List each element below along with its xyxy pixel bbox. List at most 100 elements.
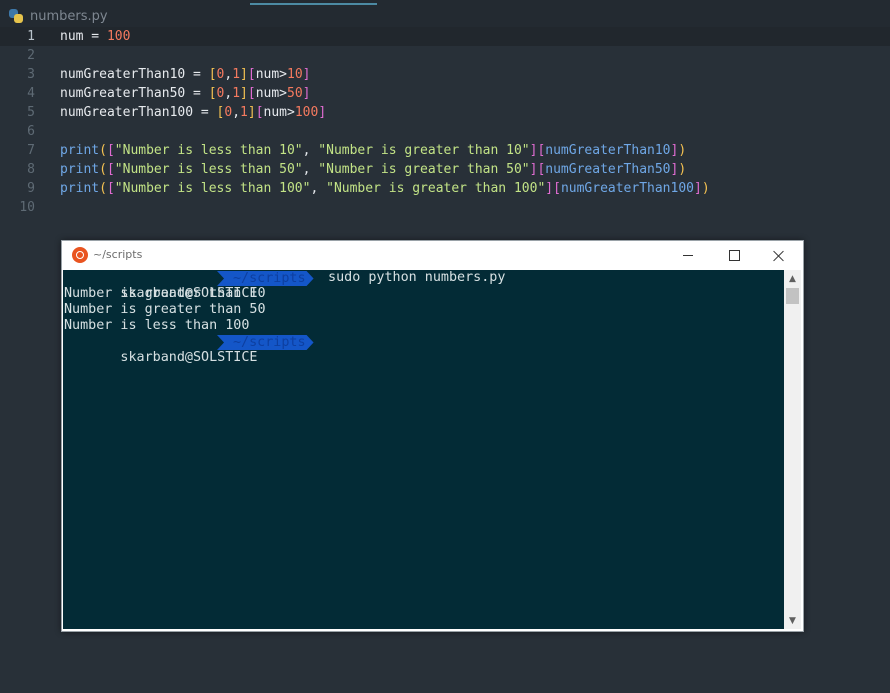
code-token: ] <box>545 181 554 196</box>
code-text: print(["Number is less than 10", "Number… <box>60 141 686 160</box>
code-line[interactable]: 9 print(["Number is less than 100", "Numb… <box>0 179 890 198</box>
code-token: numGreaterThan10 <box>60 67 186 82</box>
terminal-console[interactable]: skarband@SOLSTICE ~/scripts sudo python … <box>63 270 784 629</box>
minimize-icon <box>683 255 693 256</box>
code-token: numGreaterThan100 <box>560 181 694 196</box>
terminal-titlebar[interactable]: ~/scripts <box>62 241 803 270</box>
line-number: 8 <box>27 162 35 177</box>
code-token: ] <box>240 86 248 101</box>
code-token: ) <box>678 143 687 158</box>
code-text: numGreaterThan10 = [0,1][num>10] <box>60 65 310 84</box>
python-file-icon <box>8 8 24 24</box>
code-token: ) <box>678 162 687 177</box>
close-button[interactable] <box>756 241 802 270</box>
line-number: 6 <box>27 124 35 139</box>
ubuntu-icon <box>72 247 88 263</box>
code-line[interactable]: 7 print(["Number is less than 10", "Numbe… <box>0 141 890 160</box>
line-number: 9 <box>27 181 35 196</box>
code-token: [ <box>255 105 264 120</box>
code-text: numGreaterThan100 = [0,1][num>100] <box>60 103 326 122</box>
close-icon <box>773 250 785 262</box>
code-token: "Number is greater than 10" <box>318 143 530 158</box>
code-token: print <box>60 162 100 177</box>
code-token: ] <box>302 86 311 101</box>
code-token: 100 <box>294 105 319 120</box>
code-token: numGreaterThan50 <box>545 162 671 177</box>
code-token: , <box>232 105 241 120</box>
code-line[interactable]: 6 <box>0 122 890 141</box>
code-token: "Number is less than 100" <box>114 181 311 196</box>
code-token: [ <box>106 162 115 177</box>
terminal-title: ~/scripts <box>93 248 143 261</box>
code-line[interactable]: 3 numGreaterThan10 = [0,1][num>10] <box>0 65 890 84</box>
terminal-window[interactable]: ~/scripts skarband@SOLSTICE ~/scripts su… <box>61 240 804 632</box>
code-token: = <box>83 29 107 44</box>
scroll-down-arrow-icon[interactable]: ▼ <box>784 612 801 629</box>
code-token: [ <box>106 143 115 158</box>
code-token: ] <box>240 67 248 82</box>
code-token: [ <box>553 181 561 196</box>
code-text: print(["Number is less than 50", "Number… <box>60 160 686 179</box>
code-line[interactable]: 1 num = 100 <box>0 27 890 46</box>
code-text: print(["Number is less than 100", "Numbe… <box>60 179 710 198</box>
code-token: 50 <box>287 86 303 101</box>
code-token: , <box>310 181 327 196</box>
code-token: = <box>193 105 217 120</box>
tab-indicator <box>250 3 377 5</box>
code-token: ) <box>701 181 710 196</box>
prompt-command: sudo python numbers.py <box>320 270 506 285</box>
code-token: 100 <box>106 29 131 44</box>
maximize-button[interactable] <box>711 241 757 270</box>
code-token: numGreaterThan100 <box>60 105 194 120</box>
code-token: > <box>279 67 287 82</box>
code-editor[interactable]: 1 num = 100 2 3 numGreaterThan10 = [0,1][num… <box>0 27 890 227</box>
prompt-path: ~/scripts <box>217 335 314 350</box>
code-token: num <box>255 86 280 101</box>
output-line: Number is less than 100 <box>64 318 250 333</box>
code-token: "Number is greater than 50" <box>318 162 530 177</box>
code-token: "Number is less than 10" <box>114 143 303 158</box>
code-token: ] <box>302 67 311 82</box>
line-number: 2 <box>27 48 35 63</box>
code-text: numGreaterThan50 = [0,1][num>50] <box>60 84 310 103</box>
code-token: , <box>302 143 319 158</box>
code-token: ] <box>694 181 702 196</box>
code-token: = <box>185 86 209 101</box>
code-token: [ <box>208 86 217 101</box>
prompt-line: skarband@SOLSTICE ~/scripts <box>64 334 258 365</box>
code-token: num <box>255 67 280 82</box>
line-number: 1 <box>27 29 35 44</box>
code-line[interactable]: 4 numGreaterThan50 = [0,1][num>50] <box>0 84 890 103</box>
code-token: numGreaterThan50 <box>60 86 186 101</box>
prompt-user: skarband@SOLSTICE <box>112 350 258 365</box>
code-line[interactable]: 8 print(["Number is less than 50", "Numbe… <box>0 160 890 179</box>
line-number: 3 <box>27 67 35 82</box>
code-text: num = 100 <box>60 27 130 46</box>
terminal-scrollbar[interactable]: ▲ ▼ <box>784 270 801 629</box>
tab-label: numbers.py <box>30 8 108 24</box>
code-token: ( <box>99 181 107 196</box>
code-token: 10 <box>287 67 303 82</box>
code-line[interactable]: 5 numGreaterThan100 = [0,1][num>100] <box>0 103 890 122</box>
code-token: ( <box>99 162 107 177</box>
code-token: = <box>185 67 209 82</box>
code-token: num <box>263 105 287 120</box>
code-token: , <box>302 162 319 177</box>
output-line: Number is greater than 50 <box>64 302 266 317</box>
code-token: > <box>279 86 287 101</box>
code-token: "Number is greater than 100" <box>326 181 546 196</box>
minimize-button[interactable] <box>665 241 711 270</box>
code-token: [ <box>247 67 256 82</box>
scroll-up-arrow-icon[interactable]: ▲ <box>784 270 801 287</box>
tab-numbers-py[interactable]: numbers.py <box>8 7 108 25</box>
output-line: Number is greater than 10 <box>64 286 266 301</box>
code-token: > <box>287 105 295 120</box>
line-number: 4 <box>27 86 35 101</box>
scroll-thumb[interactable] <box>786 288 799 304</box>
code-line[interactable]: 10 <box>0 198 890 217</box>
maximize-icon <box>728 250 740 261</box>
code-line[interactable]: 2 <box>0 46 890 65</box>
code-token: print <box>60 143 100 158</box>
code-token: 1 <box>240 105 248 120</box>
code-token: ] <box>318 105 327 120</box>
